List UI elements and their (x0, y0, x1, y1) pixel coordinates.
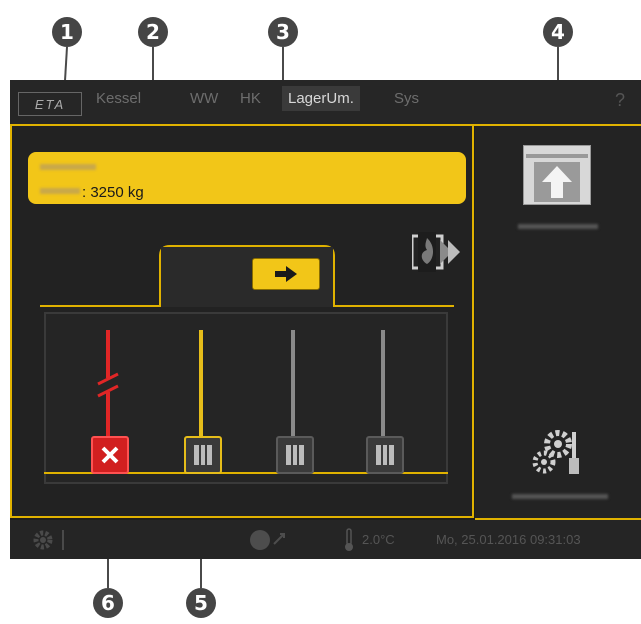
storage-fill-button[interactable] (523, 145, 591, 205)
thermometer-icon (345, 528, 353, 551)
controller-screen: ETA Kessel WW HK LagerUm. Sys ? : 3250 k… (10, 80, 641, 559)
valve-4[interactable] (366, 436, 404, 474)
arrow-up-icon (534, 162, 580, 202)
date-time: Mo, 25.01.2016 09:31:03 (436, 532, 581, 547)
storage-fill-label-blurred (518, 224, 598, 229)
status-bar: 2.0°C Mo, 25.01.2016 09:31:03 (10, 520, 641, 559)
network-icon (250, 530, 285, 550)
valve-icon (376, 445, 394, 465)
pipe-3 (291, 330, 295, 440)
pipe-2 (199, 330, 203, 440)
storage-fill-bar (526, 154, 588, 158)
valve-2-active[interactable] (184, 436, 222, 474)
valve-3[interactable] (276, 436, 314, 474)
x-icon (101, 446, 119, 464)
valve-icon (194, 445, 212, 465)
transfer-button[interactable] (252, 258, 320, 290)
flame-icon[interactable] (412, 232, 462, 272)
outdoor-temperature: 2.0°C (362, 532, 395, 547)
pipe-4 (381, 330, 385, 440)
divider (62, 530, 64, 550)
valve-1-error[interactable] (91, 436, 129, 474)
valve-icon (286, 445, 304, 465)
pipe-break-icon (96, 372, 120, 398)
gear-icon[interactable] (32, 529, 54, 551)
gears-icon[interactable] (528, 428, 582, 478)
arrow-right-icon (275, 266, 297, 282)
settings-label-blurred (512, 494, 608, 499)
